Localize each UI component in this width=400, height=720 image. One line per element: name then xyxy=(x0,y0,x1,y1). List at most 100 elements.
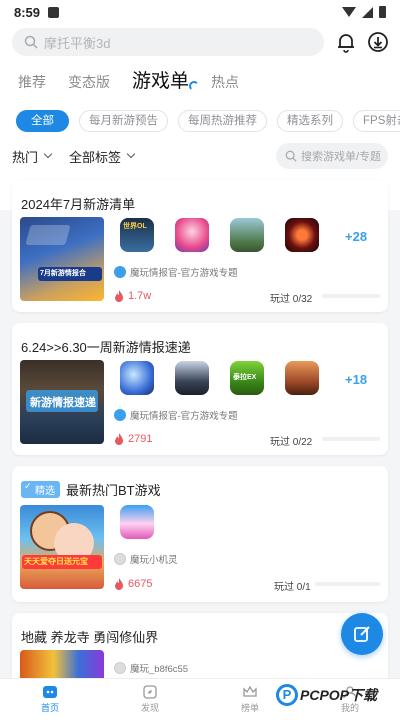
heat-value: 6675 xyxy=(128,578,153,590)
played-progress-bar xyxy=(315,582,380,586)
game-icon[interactable] xyxy=(285,218,319,252)
filter-bar: 热门 全部标签 搜索游戏单/专题 xyxy=(12,142,388,170)
watermark-text: PCPOP下载 xyxy=(300,687,378,703)
game-icon[interactable] xyxy=(175,218,209,252)
game-icon-label: 泰拉EX xyxy=(233,374,257,381)
fire-icon xyxy=(115,578,123,590)
status-icons xyxy=(342,6,386,18)
compass-icon xyxy=(143,685,157,699)
chevron-down-icon xyxy=(43,149,53,159)
avatar xyxy=(114,409,126,421)
tab-mod-version[interactable]: 变态版 xyxy=(68,72,110,92)
avatar xyxy=(114,662,126,674)
nav-home[interactable]: 首页 xyxy=(0,679,100,720)
game-icon[interactable]: 世界OL xyxy=(120,218,154,252)
card-cover-text: 新游情报速递 xyxy=(30,397,96,409)
tab-hot[interactable]: 热点 xyxy=(211,72,239,92)
tags-label: 全部标签 xyxy=(69,149,122,165)
card-author[interactable]: 魔玩_b8f6c55 xyxy=(114,661,188,675)
sort-dropdown[interactable]: 热门 xyxy=(12,147,53,166)
signal-icon xyxy=(362,6,373,18)
bell-icon[interactable] xyxy=(334,30,358,54)
list-card[interactable]: 2024年7月新游清单 7月新游情报合 世界OL +28 魔玩情报官-官方游戏专… xyxy=(12,180,388,312)
author-name: 魔玩_b8f6c55 xyxy=(130,664,189,675)
notification-icon xyxy=(48,6,60,18)
more-games-count[interactable]: +28 xyxy=(345,229,367,244)
chevron-down-icon xyxy=(126,149,136,159)
heat-count: 2791 xyxy=(114,433,152,445)
list-card[interactable]: 6.24>>6.30一周新游情报速递 新游情报速递 泰拉EX +18 魔玩情报官… xyxy=(12,323,388,455)
card-title: 最新热门BT游戏 xyxy=(66,483,161,498)
tab-game-list-label: 游戏单 xyxy=(132,71,190,92)
list-search-input[interactable]: 搜索游戏单/专题 xyxy=(276,143,388,169)
search-input[interactable]: 摩托平衡3d xyxy=(12,28,324,56)
tags-dropdown[interactable]: 全部标签 xyxy=(69,147,136,166)
home-icon xyxy=(43,686,57,698)
author-name: 魔玩小机灵 xyxy=(130,555,178,566)
game-icon[interactable] xyxy=(230,218,264,252)
status-time: 8:59 xyxy=(14,4,41,20)
nav-home-label: 首页 xyxy=(40,703,59,713)
wifi-icon xyxy=(342,7,356,17)
card-cover-image[interactable]: 新游情报速递 xyxy=(20,360,104,444)
chip-monthly-preview[interactable]: 每月新游预告 xyxy=(79,110,168,132)
heat-count: 1.7w xyxy=(114,290,151,302)
game-icon[interactable] xyxy=(175,361,209,395)
avatar xyxy=(114,266,126,278)
nav-discover[interactable]: 发现 xyxy=(100,679,200,720)
list-card[interactable]: 精选 最新热门BT游戏 天天爱夺日送元宝 魔玩小机灵 6675 玩过 0/1 xyxy=(12,466,388,602)
tab-recommend[interactable]: 推荐 xyxy=(18,72,46,92)
card-author[interactable]: 魔玩情报官-官方游戏专题 xyxy=(114,265,238,279)
create-list-button[interactable] xyxy=(341,613,383,655)
game-icon-label: 世界OL xyxy=(123,223,147,230)
chip-weekly-hot[interactable]: 每周热游推荐 xyxy=(178,110,267,132)
avatar xyxy=(114,553,126,565)
game-icon[interactable]: 泰拉EX xyxy=(230,361,264,395)
played-count: 玩过 0/22 xyxy=(270,437,313,448)
game-icon[interactable] xyxy=(120,505,154,539)
nav-discover-label: 发现 xyxy=(140,703,159,713)
card-title-row: 精选 最新热门BT游戏 xyxy=(21,480,161,499)
tab-game-list[interactable]: 游戏单 xyxy=(132,66,200,93)
tab-bar: 推荐 变态版 游戏单 热点 xyxy=(18,66,239,93)
nav-rankings-label: 榜单 xyxy=(240,703,259,713)
played-progress-bar xyxy=(322,294,380,298)
search-placeholder: 摩托平衡3d xyxy=(44,35,111,51)
played-progress-bar xyxy=(322,437,380,441)
card-cover-text: 7月新游情报合 xyxy=(40,270,86,277)
chip-fps[interactable]: FPS射击 xyxy=(353,110,400,132)
card-title: 6.24>>6.30一周新游情报速递 xyxy=(21,340,191,355)
author-name: 魔玩情报官-官方游戏专题 xyxy=(130,268,238,279)
heat-count: 6675 xyxy=(114,578,152,590)
game-icon[interactable] xyxy=(285,361,319,395)
chip-all[interactable]: 全部 xyxy=(16,110,69,132)
chip-featured-series[interactable]: 精选系列 xyxy=(277,110,343,132)
fire-icon xyxy=(115,290,123,302)
search-icon xyxy=(285,150,297,162)
played-count: 玩过 0/32 xyxy=(270,294,313,305)
card-author[interactable]: 魔玩情报官-官方游戏专题 xyxy=(114,408,238,422)
sort-label: 热门 xyxy=(12,149,39,165)
watermark-logo: P PCPOP下载 xyxy=(276,684,377,706)
heat-value: 2791 xyxy=(128,433,153,445)
game-icon[interactable] xyxy=(120,361,154,395)
card-cover-image[interactable]: 天天爱夺日送元宝 xyxy=(20,505,104,589)
heat-value: 1.7w xyxy=(128,290,152,302)
category-chips: 全部 每月新游预告 每周热游推荐 精选系列 FPS射击 xyxy=(16,110,400,132)
crown-icon xyxy=(243,685,257,697)
card-title: 2024年7月新游清单 xyxy=(21,197,136,212)
played-count: 玩过 0/1 xyxy=(274,582,311,593)
download-icon[interactable] xyxy=(366,30,390,54)
status-bar: 8:59 xyxy=(0,0,400,24)
more-games-count[interactable]: +18 xyxy=(345,372,367,387)
fire-icon xyxy=(115,433,123,445)
card-cover-text: 天天爱夺日送元宝 xyxy=(24,557,88,566)
edit-icon xyxy=(354,626,370,642)
watermark-icon: P xyxy=(276,684,298,706)
card-cover-image[interactable]: 7月新游情报合 xyxy=(20,217,104,301)
loading-icon xyxy=(189,81,200,91)
card-author[interactable]: 魔玩小机灵 xyxy=(114,552,178,566)
list-search-placeholder: 搜索游戏单/专题 xyxy=(301,151,382,163)
featured-badge: 精选 xyxy=(21,481,60,498)
battery-icon xyxy=(379,6,386,18)
